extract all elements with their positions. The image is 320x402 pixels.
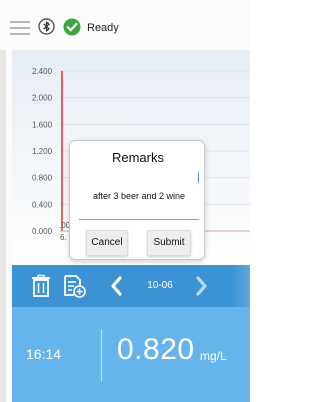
toolbar: 10-06: [12, 265, 250, 307]
dialog-title: Remarks: [111, 150, 164, 165]
toolbar-edge: [232, 265, 250, 307]
text-caret: [198, 172, 199, 183]
reading-unit: mg/L: [200, 349, 227, 363]
y-tick-label: 1.600: [32, 120, 53, 129]
menu-icon[interactable]: [10, 20, 30, 36]
app-window: Ready 2.400 2.000 1.600 1.200 0.800 0.400 0.00…: [0, 0, 250, 402]
reading-panel: 16:14 0.820 mg/L: [12, 307, 250, 402]
chevron-left-icon[interactable]: [109, 275, 123, 302]
reading-value: 0.820: [117, 333, 195, 366]
submit-button[interactable]: Submit: [147, 230, 191, 256]
y-tick-label: 0.400: [32, 200, 53, 209]
y-tick-label: 0.800: [32, 174, 53, 183]
y-tick-label: 0.000: [32, 227, 53, 236]
remarks-dialog: Remarks Cancel Submit: [69, 140, 205, 260]
status-bar: Ready: [0, 0, 250, 50]
check-circle-icon: [63, 18, 81, 41]
x-tick-label-2: 6.: [60, 233, 67, 242]
date-label: 10-06: [147, 280, 173, 291]
y-tick-label: 2.000: [32, 94, 53, 103]
remarks-input[interactable]: [79, 166, 199, 220]
reading-divider: [101, 329, 102, 381]
add-file-icon[interactable]: [62, 274, 86, 303]
bottom-panel: 10-06 16:14 0.820 mg/L: [12, 265, 250, 402]
status-text: Ready: [87, 22, 119, 34]
reading-time: 16:14: [26, 346, 62, 362]
trash-icon[interactable]: [30, 274, 52, 303]
cancel-button[interactable]: Cancel: [86, 230, 128, 256]
chevron-right-icon[interactable]: [195, 275, 209, 302]
y-tick-label: 2.400: [32, 67, 53, 76]
bluetooth-icon: [38, 18, 55, 40]
y-tick-label: 1.200: [32, 147, 53, 156]
